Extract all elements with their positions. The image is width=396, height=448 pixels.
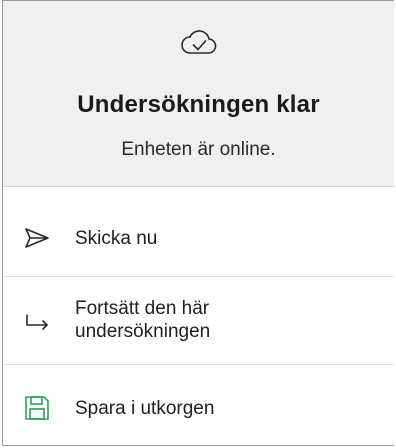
continue-survey-button[interactable]: Fortsätt den här undersökningen [3,277,394,365]
survey-complete-panel: Undersökningen klar Enheten är online. S… [2,0,394,446]
return-arrow-icon [26,314,48,330]
save-to-outbox-label: Spara i utkorgen [75,398,215,419]
save-to-outbox-button[interactable]: Spara i utkorgen [3,365,394,447]
save-floppy-icon [25,396,49,420]
send-now-label: Skicka nu [75,228,158,249]
status-header: Undersökningen klar Enheten är online. [3,1,394,187]
cloud-check-icon [181,30,217,54]
send-icon [25,228,49,248]
continue-survey-label: Fortsätt den här undersökningen [75,298,211,342]
status-subtitle: Enheten är online. [121,139,276,160]
page-title: Undersökningen klar [77,91,320,118]
send-now-button[interactable]: Skicka nu [3,187,394,277]
